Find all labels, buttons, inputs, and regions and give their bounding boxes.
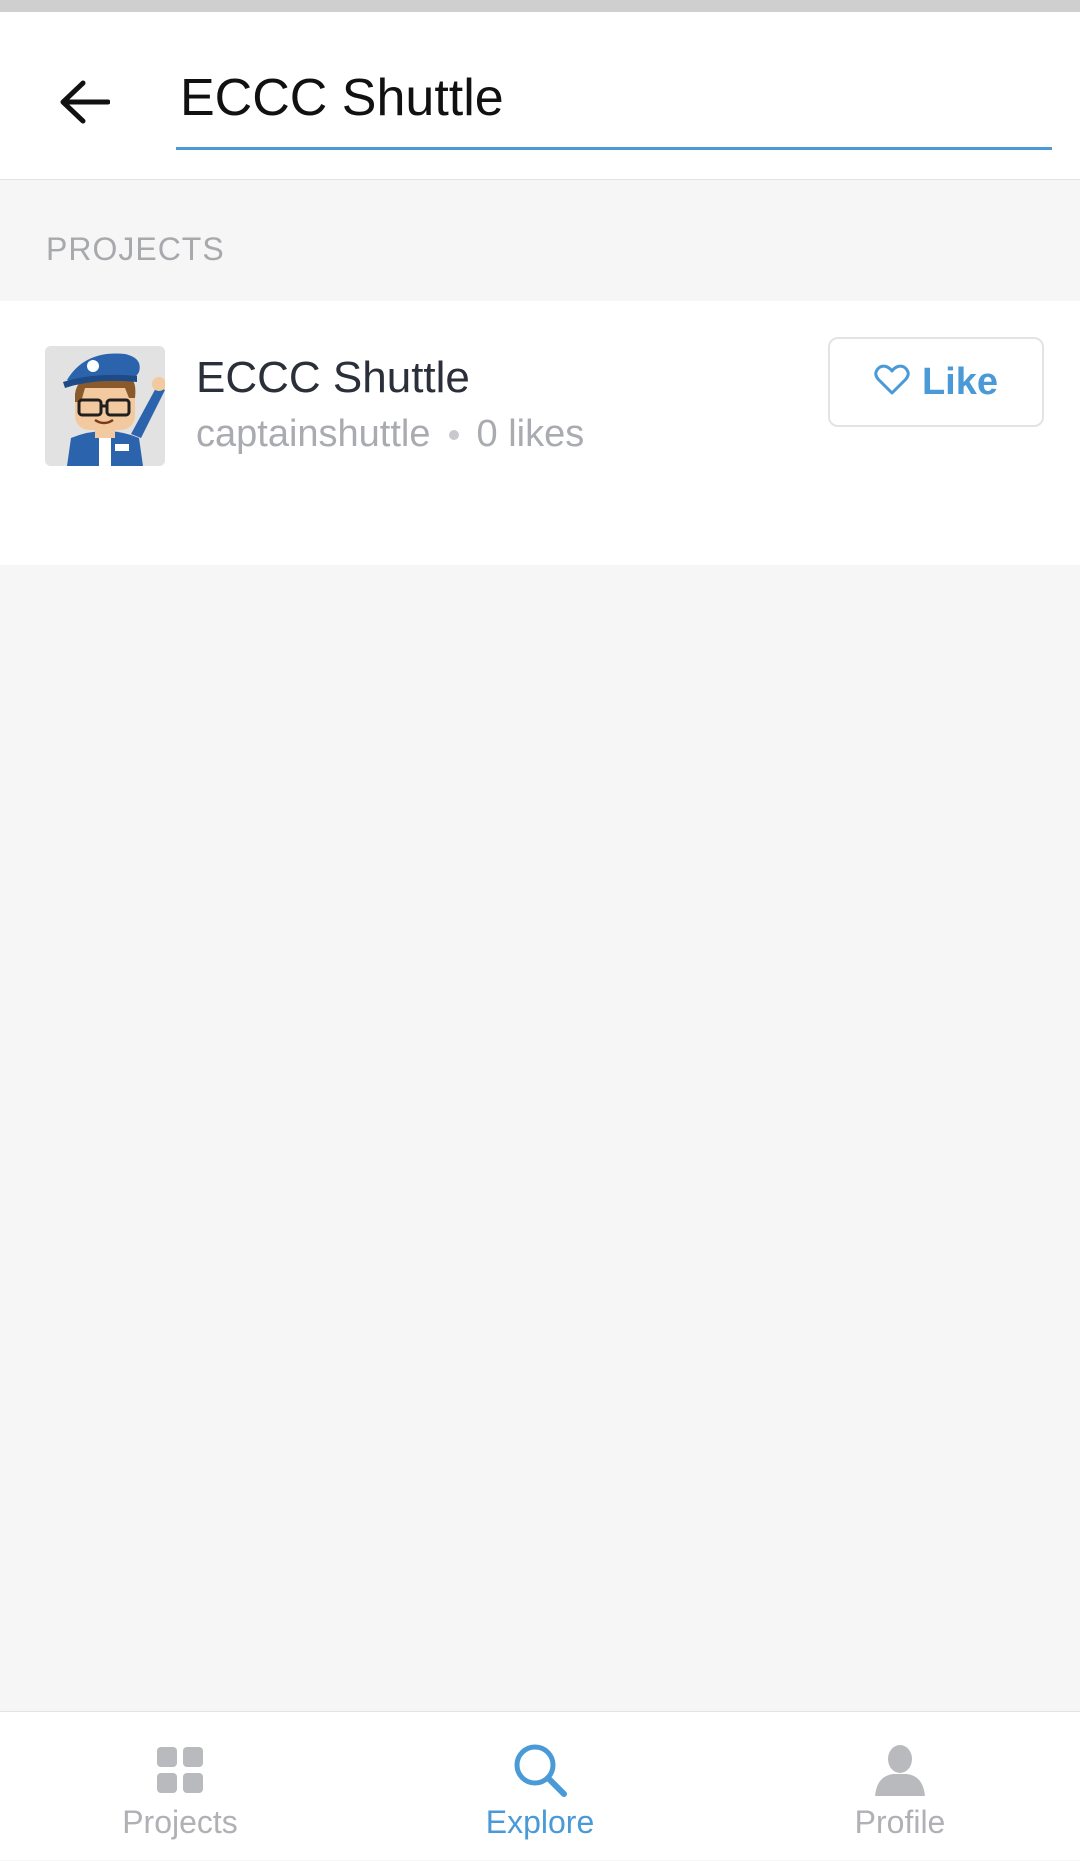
back-arrow-icon (58, 79, 111, 130)
project-meta: captainshuttle 0 likes (196, 413, 584, 456)
search-icon (360, 1740, 720, 1800)
project-author[interactable]: captainshuttle (196, 413, 431, 456)
nav-item-projects[interactable]: Projects (0, 1712, 360, 1861)
nav-item-profile[interactable]: Profile (720, 1712, 1080, 1861)
grid-icon (0, 1740, 360, 1800)
project-avatar (45, 346, 165, 466)
project-row[interactable]: ECCC Shuttle captainshuttle 0 likes Like (0, 301, 1080, 565)
captain-mascot-icon (45, 346, 165, 466)
back-button[interactable] (44, 64, 124, 144)
heart-icon (874, 364, 910, 401)
like-button[interactable]: Like (828, 337, 1044, 427)
like-button-label: Like (921, 360, 999, 403)
project-likes-count: 0 likes (476, 413, 585, 455)
project-title: ECCC Shuttle (196, 353, 470, 402)
search-field[interactable] (176, 50, 1052, 150)
person-icon (720, 1740, 1080, 1800)
nav-label-profile: Profile (854, 1804, 946, 1840)
meta-separator-dot (448, 429, 459, 440)
bottom-nav: Projects Explore Profile (0, 1711, 1080, 1860)
search-header (0, 12, 1080, 180)
nav-item-explore[interactable]: Explore (360, 1712, 720, 1861)
nav-label-projects: Projects (122, 1804, 238, 1840)
status-strip (0, 0, 1080, 12)
search-input[interactable] (180, 68, 1040, 128)
section-header: PROJECTS (0, 181, 1080, 301)
nav-label-explore: Explore (485, 1804, 595, 1840)
results-list: ECCC Shuttle captainshuttle 0 likes Like (0, 301, 1080, 565)
section-title: PROJECTS (46, 231, 225, 267)
